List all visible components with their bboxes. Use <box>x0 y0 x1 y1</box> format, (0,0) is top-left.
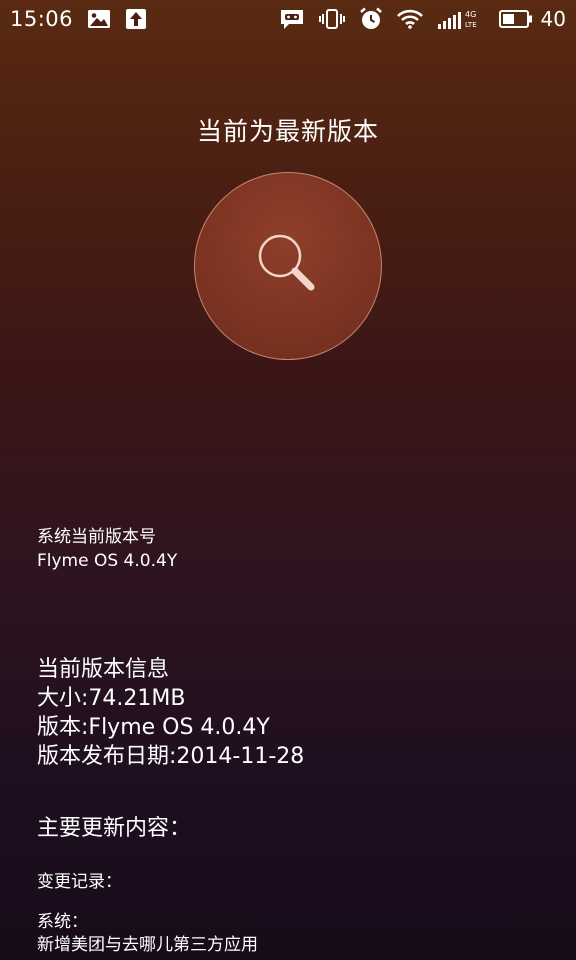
message-icon <box>279 8 305 30</box>
version-release-date: 版本发布日期:2014-11-28 <box>37 744 305 769</box>
battery-icon <box>498 10 533 28</box>
changelog-label: 变更记录： <box>37 872 122 892</box>
status-left: 15:06 <box>10 7 147 31</box>
system-changes: 系统： 新增美团与去哪儿第三方应用 <box>37 911 258 957</box>
current-version-label: 系统当前版本号 <box>37 527 156 547</box>
version-info-section: 当前版本信息 大小:74.21MB 版本:Flyme OS 4.0.4Y 版本发… <box>37 655 304 771</box>
version-info-heading: 当前版本信息 <box>37 657 170 682</box>
alarm-icon <box>359 7 383 31</box>
signal-icon: 4G LTE <box>437 8 485 30</box>
current-version-section: 系统当前版本号 Flyme OS 4.0.4Y <box>37 525 177 573</box>
status-right: 4G LTE 40 <box>279 7 566 31</box>
check-update-button[interactable] <box>194 172 382 360</box>
system-change-item: 新增美团与去哪儿第三方应用 <box>37 935 258 955</box>
network-type-4g: 4G <box>465 10 476 19</box>
upload-icon <box>125 8 147 30</box>
version-number: 版本:Flyme OS 4.0.4Y <box>37 715 270 740</box>
vibrate-icon <box>318 8 345 30</box>
current-version-value: Flyme OS 4.0.4Y <box>37 551 178 571</box>
status-bar: 15:06 4G LTE 40 <box>0 0 576 38</box>
version-size: 大小:74.21MB <box>37 686 186 711</box>
page-title: 当前为最新版本 <box>196 117 379 146</box>
search-icon <box>248 226 328 306</box>
network-type-lte: LTE <box>465 21 477 29</box>
wifi-icon <box>396 9 423 29</box>
battery-percentage: 40 <box>540 7 566 31</box>
updates-heading: 主要更新内容： <box>37 816 192 841</box>
system-label: 系统： <box>37 912 88 932</box>
image-icon <box>87 9 111 29</box>
status-time: 15:06 <box>10 7 74 31</box>
